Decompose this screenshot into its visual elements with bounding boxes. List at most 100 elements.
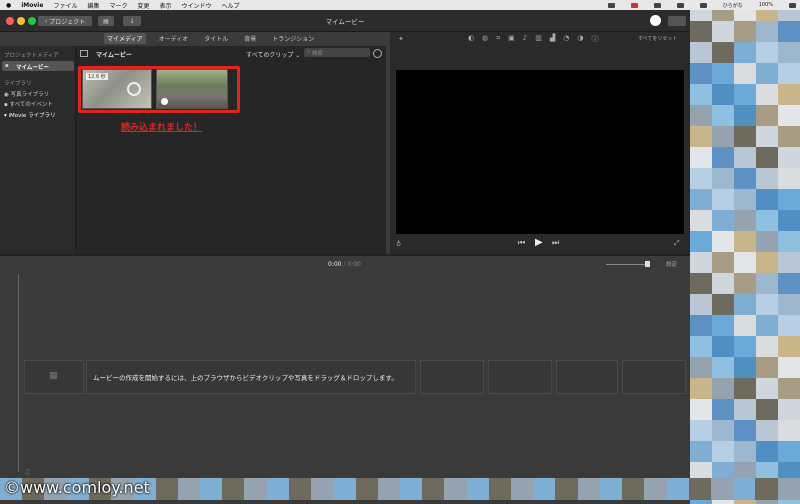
play-icon[interactable]: ▶: [535, 237, 543, 248]
crop-icon[interactable]: ⌗: [496, 34, 500, 44]
empty-timeline-message: ムービーの作成を開始するには、上のブラウザからビデオクリップや写真をドラッグ＆ド…: [93, 374, 398, 382]
menu-view[interactable]: 表示: [160, 1, 172, 10]
magic-wand-icon[interactable]: ✦: [398, 35, 404, 43]
time-separator: /: [343, 261, 346, 268]
sidebar-item-imovie-library-label: iMovie ライブラリ: [8, 113, 56, 119]
adjustment-toolbar: ◐ ◍ ⌗ ▣ ♪ ▥ ▟ ◔ ◑ ⓘ: [468, 34, 599, 44]
previous-icon[interactable]: ⏮: [518, 238, 525, 248]
star-icon: ▪: [4, 102, 8, 108]
menu-edit[interactable]: 編集: [87, 1, 99, 10]
highlight-box: [78, 66, 240, 113]
render-progress-icon[interactable]: [650, 15, 661, 26]
clip-filter-label: すべてのクリップ: [246, 52, 294, 59]
fullscreen-button[interactable]: [668, 16, 686, 26]
tab-transitions[interactable]: トランジション: [269, 33, 317, 44]
imovie-window: ‹ プロジェクト ▤ ↓ マイムービー マイメディア オーディオ タイトル 背景…: [0, 10, 690, 478]
viewer-panel: ✦ ◐ ◍ ⌗ ▣ ♪ ▥ ▟ ◔ ◑ ⓘ すべてをリセット ♁ ⏮ ▶ ⏭ ⤢: [390, 32, 690, 254]
gear-icon[interactable]: [373, 49, 382, 58]
battery-icon[interactable]: [789, 2, 796, 8]
video-preview: [396, 70, 684, 234]
timecode: 0:00 / 0:00: [328, 261, 361, 268]
zoom-slider-thumb[interactable]: [645, 261, 650, 267]
volume-icon[interactable]: ♪: [523, 34, 527, 44]
film-icon: ▪: [5, 63, 9, 69]
empty-timeline-message-box: ムービーの作成を開始するには、上のブラウザからビデオクリップや写真をドラッグ＆ド…: [86, 360, 416, 394]
menu-app-name[interactable]: iMovie: [21, 2, 43, 9]
photos-icon: ◉: [4, 92, 9, 98]
library-sidebar: プロジェクトメディア ▪ マイムービー ライブラリ ◉ 写真ライブラリ ▪ すべ…: [0, 46, 76, 254]
minimize-button[interactable]: [17, 17, 25, 25]
input-method-label[interactable]: ひらがな: [723, 2, 743, 9]
sidebar-toggle-icon[interactable]: [80, 50, 88, 57]
menu-modify[interactable]: 変更: [137, 1, 149, 10]
tab-my-media[interactable]: マイメディア: [104, 32, 146, 44]
film-strip-icon: ▦: [49, 371, 58, 381]
battery-label: 100%: [758, 2, 773, 8]
menu-window[interactable]: ウインドウ: [182, 1, 212, 10]
timeline: 0:00 / 0:00 設定 ▦ ムービーの作成を開始するには、上のブラウザから…: [0, 254, 690, 478]
stabilization-icon[interactable]: ▣: [508, 34, 515, 44]
chevron-down-icon: ⌄: [295, 52, 301, 59]
tab-backgrounds[interactable]: 背景: [241, 33, 259, 44]
menu-bar: ● iMovie ファイル 編集 マーク 変更 表示 ウインドウ ヘルプ ひらが…: [0, 0, 800, 10]
tab-audio[interactable]: オーディオ: [156, 33, 192, 44]
sidebar-item-all-events-label: すべてのイベント: [9, 102, 53, 108]
projects-back-button[interactable]: ‹ プロジェクト: [38, 16, 92, 26]
sidebar-item-project[interactable]: ▪ マイムービー: [2, 61, 74, 71]
color-balance-icon[interactable]: ◐: [468, 34, 474, 44]
reset-all-button[interactable]: すべてをリセット: [638, 35, 677, 42]
import-button[interactable]: ↓: [123, 16, 141, 26]
speed-icon[interactable]: ◔: [563, 34, 569, 44]
zoom-slider[interactable]: [606, 264, 650, 265]
download-arrow-icon: ↓: [129, 17, 135, 25]
status-icon-4[interactable]: [676, 2, 684, 8]
music-note-icon: ♫: [24, 468, 31, 476]
filter-icon[interactable]: ◑: [577, 34, 583, 44]
desktop-background: [690, 0, 800, 504]
clip-filter-dropdown[interactable]: すべてのクリップ ⌄: [246, 50, 300, 59]
status-icon-3[interactable]: [653, 2, 661, 8]
search-input[interactable]: ⌕ 検索: [304, 48, 370, 57]
sidebar-item-imovie-library[interactable]: ▾ iMovie ライブラリ: [4, 111, 56, 119]
empty-film-placeholder: ▦: [24, 360, 84, 394]
empty-film-placeholder: [420, 360, 484, 394]
browser-title: マイムービー: [96, 52, 132, 59]
close-button[interactable]: [6, 17, 14, 25]
tab-titles[interactable]: タイトル: [201, 33, 231, 44]
wifi-icon[interactable]: [699, 2, 707, 8]
media-view-button[interactable]: ▤: [98, 16, 114, 26]
time-total: 0:00: [347, 261, 361, 268]
next-icon[interactable]: ⏭: [552, 238, 559, 248]
audio-levels-icon[interactable]: ▟: [550, 34, 555, 44]
section-project-media: プロジェクトメディア: [4, 53, 59, 59]
status-icon-2[interactable]: [630, 2, 638, 8]
search-placeholder: 検索: [311, 50, 323, 57]
section-library: ライブラリ: [4, 81, 32, 87]
sidebar-item-project-label: マイムービー: [16, 65, 49, 71]
annotation-label: 読み込まれました！: [121, 123, 203, 133]
empty-film-placeholder: [556, 360, 618, 394]
microphone-icon[interactable]: ♁: [396, 240, 401, 248]
empty-film-placeholder: [488, 360, 552, 394]
disclosure-triangle-icon: ▾: [4, 113, 7, 119]
projects-back-label: プロジェクト: [49, 18, 86, 26]
equalizer-icon[interactable]: ▥: [535, 34, 542, 44]
color-correction-icon[interactable]: ◍: [482, 34, 488, 44]
zoom-button[interactable]: [28, 17, 36, 25]
sidebar-item-all-events[interactable]: ▪ すべてのイベント: [4, 100, 53, 108]
sidebar-item-photos[interactable]: ◉ 写真ライブラリ: [4, 90, 49, 98]
status-icon-1[interactable]: [607, 2, 615, 8]
fullscreen-icon[interactable]: ⤢: [674, 239, 680, 248]
sidebar-item-photos-label: 写真ライブラリ: [10, 92, 50, 98]
title-bar: ‹ プロジェクト ▤ ↓ マイムービー: [0, 10, 690, 32]
menu-mark[interactable]: マーク: [109, 1, 127, 10]
empty-film-placeholder: [622, 360, 686, 394]
info-icon[interactable]: ⓘ: [592, 34, 599, 44]
menu-file[interactable]: ファイル: [53, 1, 77, 10]
menu-help[interactable]: ヘルプ: [222, 1, 240, 10]
playhead[interactable]: [18, 274, 19, 472]
timeline-settings-button[interactable]: 設定: [666, 260, 677, 268]
window-title: マイムービー: [325, 18, 365, 26]
media-tabs: マイメディア オーディオ タイトル 背景 トランジション: [0, 32, 394, 44]
apple-icon[interactable]: ●: [6, 2, 11, 9]
